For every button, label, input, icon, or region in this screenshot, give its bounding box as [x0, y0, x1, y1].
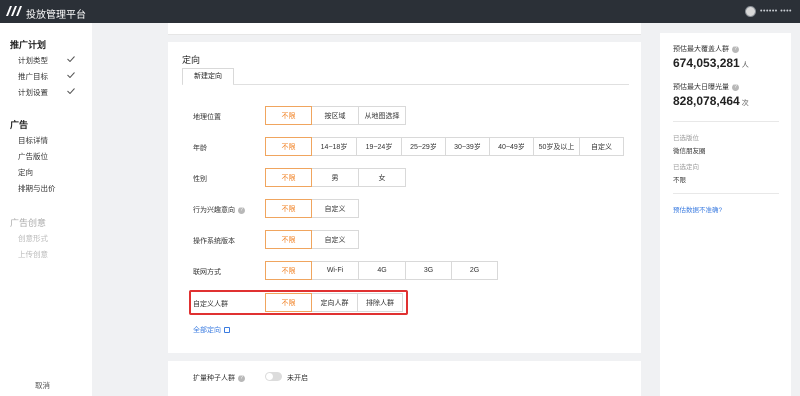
nav-item-target-details[interactable]: 目标详情	[18, 135, 48, 146]
option-network-2g[interactable]: 2G	[451, 261, 498, 280]
option-age-30-39[interactable]: 30~39岁	[445, 137, 490, 156]
reach-label: 预估最大覆盖人群 ?	[673, 44, 739, 54]
option-network-wifi[interactable]: Wi-Fi	[311, 261, 359, 280]
option-gender-male[interactable]: 男	[311, 168, 359, 187]
option-gender-unlimited[interactable]: 不限	[265, 168, 312, 187]
nav-group-plan[interactable]: 推广计划	[10, 38, 46, 51]
help-icon[interactable]: ?	[732, 83, 739, 91]
placement-label: 已选版位	[673, 135, 699, 142]
os-version-options: 不限 自定义	[265, 230, 359, 249]
help-icon[interactable]: ?	[238, 206, 245, 214]
network-options: 不限 Wi-Fi 4G 3G 2G	[265, 261, 498, 280]
option-network-3g[interactable]: 3G	[405, 261, 452, 280]
option-age-19-24[interactable]: 19~24岁	[356, 137, 402, 156]
row-label-network: 联网方式	[193, 269, 221, 276]
option-behavior-custom[interactable]: 自定义	[311, 199, 359, 218]
behavior-interest-options: 不限 自定义	[265, 199, 359, 218]
section-title: 定向	[182, 55, 201, 65]
nav-item-creative-format: 创意形式	[18, 234, 48, 243]
row-label-location: 地理位置	[193, 114, 221, 121]
nav-item-plan-type[interactable]: 计划类型	[18, 55, 48, 66]
option-age-14-18[interactable]: 14~18岁	[311, 137, 357, 156]
top-bar: 投放管理平台 •••••• ••••	[0, 0, 800, 23]
option-age-50-plus[interactable]: 50岁及以上	[533, 137, 580, 156]
logo-icon	[6, 6, 22, 16]
nav-item-schedule-bid[interactable]: 排期与出价	[18, 183, 56, 194]
row-label-age: 年龄	[193, 145, 207, 152]
nav-group-ad[interactable]: 广告	[10, 118, 28, 131]
option-os-custom[interactable]: 自定义	[311, 230, 359, 249]
expand-seed-label: 扩量种子人群 ?	[193, 373, 245, 383]
option-os-unlimited[interactable]: 不限	[265, 230, 312, 249]
option-network-unlimited[interactable]: 不限	[265, 261, 312, 280]
targeting-label: 已选定向	[673, 164, 699, 171]
nav-item-plan-settings[interactable]: 计划设置	[18, 87, 48, 98]
check-icon	[67, 72, 75, 78]
help-icon[interactable]: ?	[238, 374, 245, 382]
divider	[673, 121, 779, 122]
nav-item-targeting[interactable]: 定向	[18, 167, 33, 178]
help-icon[interactable]: ?	[732, 45, 739, 53]
all-targeting-link[interactable]: 全部定向	[193, 325, 230, 335]
cancel-button[interactable]: 取消	[35, 380, 50, 391]
user-name[interactable]: •••••• ••••	[760, 8, 792, 15]
nav-item-ad-placement[interactable]: 广告版位	[18, 151, 48, 162]
option-network-4g[interactable]: 4G	[358, 261, 406, 280]
exposure-label: 预估最大日曝光量 ?	[673, 82, 739, 92]
option-behavior-unlimited[interactable]: 不限	[265, 199, 312, 218]
previous-section-bottom	[168, 23, 641, 35]
option-location-from-map[interactable]: 从地图选择	[358, 106, 406, 125]
location-options: 不限 按区域 从地图选择	[265, 106, 406, 125]
check-icon	[67, 56, 75, 62]
targeting-value: 不限	[673, 177, 686, 184]
check-icon	[67, 88, 75, 94]
option-age-unlimited[interactable]: 不限	[265, 137, 312, 156]
exposure-value: 828,078,464 次	[673, 94, 749, 108]
option-location-unlimited[interactable]: 不限	[265, 106, 312, 125]
tab-new-targeting[interactable]: 新建定向	[182, 68, 234, 84]
row-label-gender: 性别	[193, 176, 207, 183]
nav-item-upload-creative: 上传创意	[18, 250, 48, 259]
option-audience-unlimited[interactable]: 不限	[265, 293, 312, 312]
reach-value: 674,053,281 人	[673, 56, 749, 70]
sidebar: 推广计划 计划类型 推广目标 计划设置 广告 目标详情 广告版位 定向 排期与出…	[0, 23, 92, 396]
option-age-custom[interactable]: 自定义	[579, 137, 624, 156]
estimate-panel: 预估最大覆盖人群 ? 674,053,281 人 预估最大日曝光量 ? 828,0…	[660, 33, 791, 396]
option-age-40-49[interactable]: 40~49岁	[489, 137, 534, 156]
option-age-25-29[interactable]: 25~29岁	[401, 137, 446, 156]
expansion-panel: 扩量种子人群 ? 未开启	[168, 361, 641, 396]
external-link-icon	[224, 327, 230, 333]
option-gender-female[interactable]: 女	[358, 168, 406, 187]
tab-divider	[182, 84, 629, 85]
divider	[673, 193, 779, 194]
expand-toggle-status: 未开启	[287, 375, 308, 382]
row-label-behavior-interest: 行为兴趣意向 ?	[193, 205, 245, 215]
age-options: 不限 14~18岁 19~24岁 25~29岁 30~39岁 40~49岁 50…	[265, 137, 624, 156]
option-location-by-region[interactable]: 按区域	[311, 106, 359, 125]
app-title: 投放管理平台	[26, 10, 86, 21]
nav-group-creative: 广告创意	[10, 218, 47, 228]
nav-item-promo-goal[interactable]: 推广目标	[18, 71, 48, 82]
avatar[interactable]	[745, 6, 757, 17]
placement-value: 微信朋友圈	[673, 148, 706, 155]
gender-options: 不限 男 女	[265, 168, 406, 187]
inaccurate-estimate-link[interactable]: 预估数据不准确?	[673, 204, 722, 214]
user-menu[interactable]: •••••• ••••	[745, 5, 792, 18]
row-label-os-version: 操作系统版本	[193, 238, 235, 245]
expand-toggle[interactable]	[265, 372, 282, 381]
